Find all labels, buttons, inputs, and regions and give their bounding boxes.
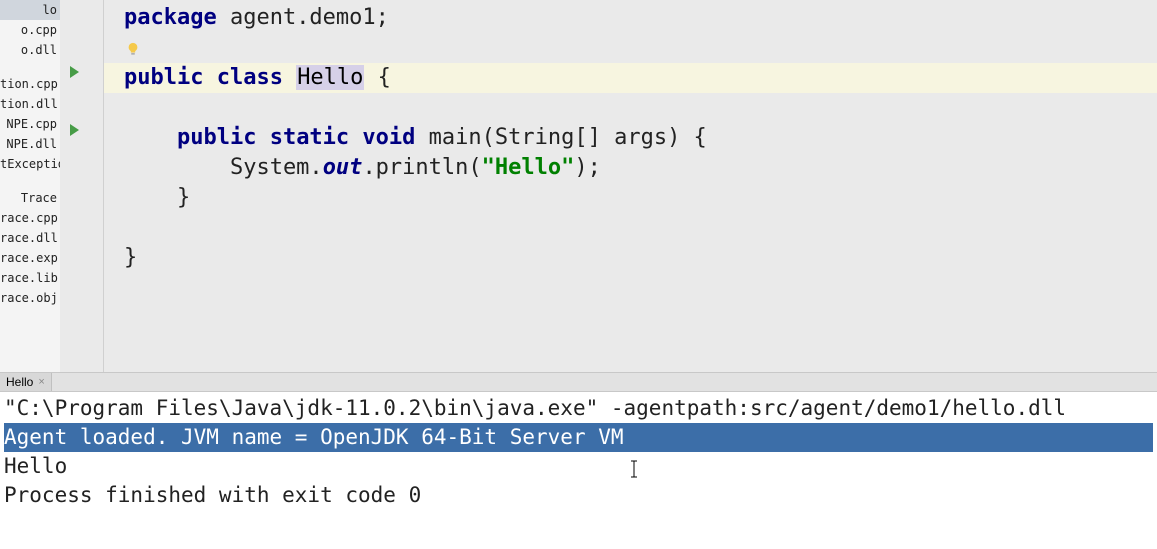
code-token: System. — [124, 155, 323, 180]
console-line[interactable]: Hello — [4, 452, 1153, 481]
sidebar-spacer — [0, 60, 60, 74]
ide-window: loo.cppo.dll tion.cpption.dllNPE.cppNPE.d… — [0, 0, 1157, 549]
sidebar-item[interactable]: race.dll — [0, 228, 60, 248]
sidebar-item[interactable]: Trace — [0, 188, 60, 208]
console-line[interactable]: "C:\Program Files\Java\jdk-11.0.2\bin\ja… — [4, 394, 1153, 423]
sidebar-item[interactable]: o.dll — [0, 40, 60, 60]
code-line[interactable]: System.out.println("Hello"); — [124, 153, 1157, 183]
code-token: main(String[] args) { — [415, 125, 706, 150]
sidebar-item[interactable]: NPE.cpp — [0, 114, 60, 134]
code-token: public class — [124, 65, 296, 90]
editor-gutter[interactable] — [60, 0, 104, 372]
sidebar-item[interactable]: tion.dll — [0, 94, 60, 114]
code-line[interactable] — [124, 213, 1157, 243]
text-cursor-icon — [630, 458, 631, 478]
sidebar-item[interactable]: race.obj — [0, 288, 60, 308]
top-area: loo.cppo.dll tion.cpption.dllNPE.cppNPE.d… — [0, 0, 1157, 372]
console-line[interactable]: Process finished with exit code 0 — [4, 481, 1153, 510]
sidebar-item[interactable]: race.lib — [0, 268, 60, 288]
code-token: public static void — [177, 125, 415, 150]
code-editor[interactable]: package agent.demo1; public class Hello {… — [104, 0, 1157, 372]
code-line[interactable] — [124, 33, 1157, 63]
sidebar-item[interactable]: tException — [0, 154, 60, 174]
run-tab[interactable]: Hello × — [0, 373, 52, 391]
sidebar-item[interactable]: tion.cpp — [0, 74, 60, 94]
code-token — [124, 125, 177, 150]
code-line[interactable]: public static void main(String[] args) { — [124, 123, 1157, 153]
code-token: Hello — [296, 65, 364, 90]
code-token: } — [124, 185, 190, 210]
code-token: .println( — [362, 155, 481, 180]
run-icon[interactable] — [70, 124, 79, 136]
code-token: ); — [574, 155, 601, 180]
sidebar-item[interactable]: lo — [0, 0, 60, 20]
run-tab-label: Hello — [6, 375, 33, 389]
code-token: package — [124, 5, 217, 30]
code-line[interactable]: public class Hello { — [104, 63, 1157, 93]
run-panel: Hello × "C:\Program Files\Java\jdk-11.0.… — [0, 372, 1157, 549]
run-icon[interactable] — [70, 66, 79, 78]
code-line[interactable]: package agent.demo1; — [124, 3, 1157, 33]
run-tab-bar: Hello × — [0, 372, 1157, 392]
sidebar-item[interactable]: o.cpp — [0, 20, 60, 40]
console-line[interactable]: Agent loaded. JVM name = OpenJDK 64-Bit … — [4, 423, 1153, 452]
sidebar-item[interactable]: race.exp — [0, 248, 60, 268]
project-sidebar[interactable]: loo.cppo.dll tion.cpption.dllNPE.cppNPE.d… — [0, 0, 60, 372]
sidebar-spacer — [0, 174, 60, 188]
code-token: out — [323, 155, 363, 180]
code-token: "Hello" — [482, 155, 575, 180]
sidebar-item[interactable]: NPE.dll — [0, 134, 60, 154]
code-line[interactable]: } — [124, 183, 1157, 213]
code-token: { — [364, 65, 391, 90]
sidebar-item[interactable]: race.cpp — [0, 208, 60, 228]
code-token: } — [124, 245, 137, 270]
code-line[interactable]: } — [124, 243, 1157, 273]
lightbulb-icon[interactable] — [126, 35, 140, 49]
console-output[interactable]: "C:\Program Files\Java\jdk-11.0.2\bin\ja… — [0, 392, 1157, 549]
code-line[interactable] — [124, 93, 1157, 123]
close-icon[interactable]: × — [38, 376, 44, 388]
code-token: agent.demo1; — [217, 5, 389, 30]
